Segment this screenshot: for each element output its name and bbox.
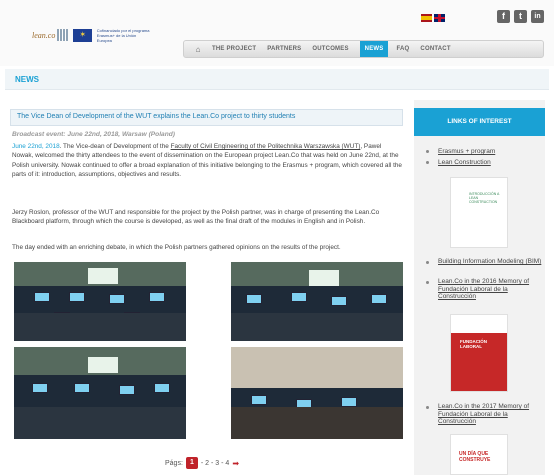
linkedin-icon[interactable]: in <box>531 10 544 23</box>
article-paragraph-1: June 22nd, 2018. The Vice-dean of Develo… <box>12 142 404 179</box>
twitter-icon[interactable]: t <box>514 10 527 23</box>
photo-monitor <box>34 292 50 302</box>
photo-desks <box>231 406 403 439</box>
site-header: lean.co Cofinanciado por el programa Era… <box>0 0 554 66</box>
article-paragraph-3: The day ended with an enriching debate, … <box>12 244 341 251</box>
sidebar-title: LINKS OF INTEREST <box>414 108 545 136</box>
english-flag-icon[interactable] <box>434 14 445 22</box>
photo-monitor <box>109 294 125 304</box>
photo-monitor <box>119 385 135 395</box>
photo-monitor <box>149 292 165 302</box>
photo-projection <box>88 357 118 373</box>
language-switcher <box>421 14 445 22</box>
photo-monitor <box>251 395 267 405</box>
photo-projection <box>88 268 118 284</box>
photo-desks <box>14 313 186 341</box>
bullet-icon <box>426 261 429 264</box>
eu-cofunding-text: Cofinanciado por el programa Erasmus+ de… <box>96 27 150 43</box>
sidebar-link-memory-2016[interactable]: Lean.Co in the 2016 Memory of Fundación … <box>438 278 543 301</box>
article-meta: Broadcast event: June 22nd, 2018, Warsaw… <box>12 131 175 138</box>
page-links[interactable]: - 2 - 3 - 4 <box>201 460 229 467</box>
thumbnail-caption: INTRODUCCIÓN A LEAN CONSTRUCTION <box>469 192 500 204</box>
page-current[interactable]: 1 <box>185 457 198 469</box>
nav-item-the-project[interactable]: THE PROJECT <box>212 46 256 52</box>
photo-monitor <box>32 383 48 393</box>
photo-monitor <box>69 292 85 302</box>
event-photo[interactable] <box>14 347 186 439</box>
sidebar-link-memory-2017[interactable]: Lean.Co in the 2017 Memory of Fundación … <box>438 403 543 426</box>
thumbnail-memory-2016[interactable]: FUNDACIÓN LABORAL <box>450 314 508 392</box>
spanish-flag-icon[interactable] <box>421 14 432 22</box>
faculty-link[interactable]: Faculty of Civil Engineering of the Poli… <box>171 143 361 150</box>
nav-item-partners[interactable]: PARTNERS <box>267 46 301 52</box>
thumbnail-lean-construction[interactable]: INTRODUCCIÓN A LEAN CONSTRUCTION <box>450 177 508 248</box>
event-photo[interactable] <box>231 262 403 341</box>
thumbnail-caption: FUNDACIÓN LABORAL <box>460 339 487 349</box>
pagination-label: Págs: <box>165 459 183 467</box>
thumbnail-caption: UN DÍA QUE CONSTRUYE <box>459 451 491 463</box>
photo-monitor <box>246 294 262 304</box>
event-photo[interactable] <box>14 262 186 341</box>
facebook-icon[interactable]: f <box>497 10 510 23</box>
bullet-icon <box>426 161 429 164</box>
bullet-icon <box>426 150 429 153</box>
sidebar: LINKS OF INTEREST Erasmus + program Lean… <box>414 100 545 475</box>
event-photo[interactable] <box>231 347 403 439</box>
photo-monitor <box>154 383 170 393</box>
nav-item-faq[interactable]: FAQ <box>396 46 409 52</box>
article-title[interactable]: The Vice Dean of Development of the WUT … <box>10 109 403 126</box>
logo-wordmark: lean.co <box>32 30 56 40</box>
photo-monitor <box>291 292 307 302</box>
photo-projection <box>309 270 339 286</box>
photo-monitor <box>74 383 90 393</box>
photo-monitor <box>331 296 347 306</box>
article-text: . The Vice-dean of Development of the <box>59 143 171 150</box>
sidebar-link-erasmus[interactable]: Erasmus + program <box>438 148 543 156</box>
photo-monitor <box>341 397 357 407</box>
bullet-icon <box>426 281 429 284</box>
nav-item-outcomes[interactable]: OUTCOMES <box>312 46 348 52</box>
arrow-right-icon[interactable]: ➡ <box>232 459 239 468</box>
sidebar-link-bim[interactable]: Building Information Modeling (BIM) <box>438 258 543 266</box>
site-logo[interactable]: lean.co Cofinanciado por el programa Era… <box>32 25 152 45</box>
bullet-icon <box>426 406 429 409</box>
main-nav: ⌂ THE PROJECT PARTNERS OUTCOMES NEWS FAQ… <box>183 40 544 58</box>
home-icon[interactable]: ⌂ <box>184 45 212 54</box>
photo-monitor <box>371 294 387 304</box>
photo-desks <box>14 406 186 439</box>
thumbnail-memory-2017[interactable]: UN DÍA QUE CONSTRUYE <box>450 434 508 475</box>
eu-flag-icon <box>73 28 92 42</box>
photo-desks <box>231 313 403 341</box>
section-header: NEWS <box>5 69 549 90</box>
logo-grid-icon <box>57 29 69 41</box>
nav-item-contact[interactable]: CONTACT <box>420 46 450 52</box>
nav-item-news[interactable]: NEWS <box>359 41 389 57</box>
photo-wall <box>231 347 403 389</box>
article-paragraph-2: Jerzy Roslon, professor of the WUT and r… <box>12 209 380 226</box>
section-title: NEWS <box>15 75 39 84</box>
article-date: June 22nd, 2018 <box>12 143 60 150</box>
sidebar-link-lean-construction[interactable]: Lean Construction <box>438 159 543 167</box>
pagination: Págs: 1 - 2 - 3 - 4 ➡ <box>165 457 239 469</box>
